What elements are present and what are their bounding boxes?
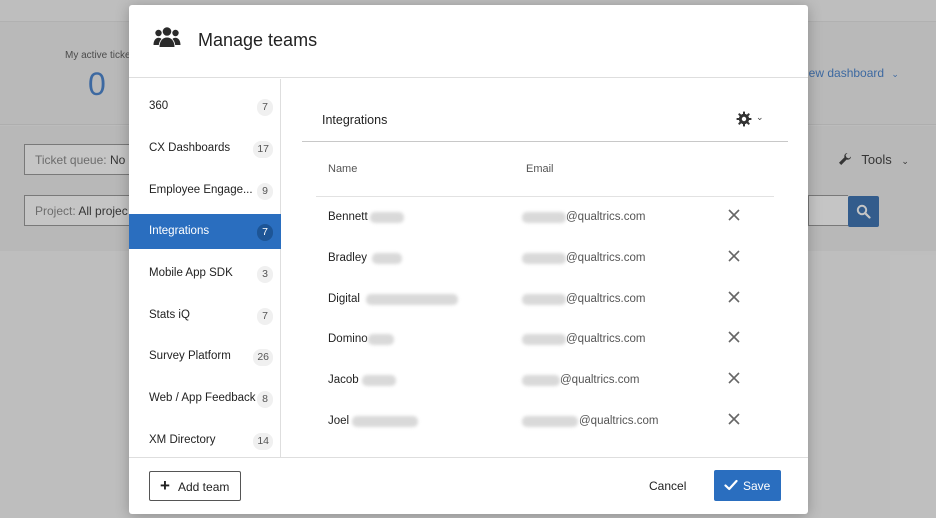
- team-settings-button[interactable]: ⌄: [734, 109, 768, 131]
- redacted-last-name: [352, 416, 418, 427]
- team-name: Employee Engage...: [149, 184, 253, 196]
- team-name: 360: [149, 100, 169, 112]
- dialog-header: Manage teams: [129, 5, 808, 78]
- redacted-email-user: [522, 253, 566, 264]
- redacted-last-name: [362, 375, 396, 386]
- member-row: Domino @qualtrics.com: [316, 320, 774, 360]
- manage-teams-dialog: Manage teams 360 7 CX Dashboards 17 Empl…: [129, 5, 808, 514]
- team-icon: [153, 27, 181, 47]
- column-header-name: Name: [328, 163, 358, 175]
- chevron-down-icon: ⌄: [756, 112, 764, 122]
- member-first-name: Jacob: [328, 374, 359, 386]
- close-icon[interactable]: [727, 412, 741, 426]
- add-team-button[interactable]: + Add team: [149, 471, 241, 501]
- team-item-integrations[interactable]: Integrations 7: [129, 214, 281, 249]
- redacted-last-name: [372, 253, 402, 264]
- team-item-mobile-app-sdk[interactable]: Mobile App SDK 3: [129, 256, 281, 291]
- team-detail-header: Integrations ⌄: [302, 97, 788, 142]
- team-item-cx-dashboards[interactable]: CX Dashboards 17: [129, 131, 281, 166]
- redacted-email-user: [522, 375, 560, 386]
- team-name: Web / App Feedback: [149, 392, 256, 404]
- redacted-last-name: [366, 294, 458, 305]
- member-email-domain: @qualtrics.com: [579, 415, 659, 427]
- member-email-domain: @qualtrics.com: [566, 252, 646, 264]
- team-item-xm-directory[interactable]: XM Directory 14: [129, 423, 281, 458]
- redacted-email-user: [522, 212, 566, 223]
- team-item-web-app-feedback[interactable]: Web / App Feedback 8: [129, 381, 281, 416]
- team-name: XM Directory: [149, 434, 216, 446]
- member-first-name: Bennett: [328, 211, 368, 223]
- team-item-stats-iq[interactable]: Stats iQ 7: [129, 298, 281, 333]
- gear-icon: [736, 111, 752, 127]
- team-item-survey-platform[interactable]: Survey Platform 26: [129, 339, 281, 374]
- member-row: Joel @qualtrics.com: [316, 402, 774, 442]
- teams-sidebar: 360 7 CX Dashboards 17 Employee Engage..…: [129, 79, 281, 457]
- close-icon[interactable]: [727, 208, 741, 222]
- selected-team-name: Integrations: [322, 113, 388, 127]
- member-email-domain: @qualtrics.com: [566, 211, 646, 223]
- team-name: Stats iQ: [149, 309, 190, 321]
- team-count-badge: 9: [257, 183, 273, 200]
- close-icon[interactable]: [727, 371, 741, 385]
- team-item-360[interactable]: 360 7: [129, 89, 281, 124]
- team-name: Integrations: [149, 225, 210, 237]
- team-count-badge: 7: [257, 99, 273, 116]
- team-count-badge: 7: [257, 224, 273, 241]
- cancel-button[interactable]: Cancel: [649, 479, 686, 493]
- member-row: Bradley @qualtrics.com: [316, 239, 774, 279]
- save-button[interactable]: Save: [714, 470, 781, 501]
- team-count-badge: 3: [257, 266, 273, 283]
- team-count-badge: 26: [253, 349, 273, 366]
- team-detail-panel: Integrations ⌄ Name Email Bennett @qualt…: [282, 79, 808, 457]
- team-name: Survey Platform: [149, 350, 231, 362]
- member-row: Digital @qualtrics.com: [316, 280, 774, 320]
- team-count-badge: 8: [257, 391, 273, 408]
- team-name: Mobile App SDK: [149, 267, 233, 279]
- dialog-footer: + Add team Cancel Save: [129, 457, 808, 514]
- check-icon: [724, 479, 738, 491]
- team-count-badge: 17: [253, 141, 273, 158]
- close-icon[interactable]: [727, 290, 741, 304]
- redacted-email-user: [522, 334, 566, 345]
- member-first-name: Joel: [328, 415, 350, 427]
- team-item-employee-engagement[interactable]: Employee Engage... 9: [129, 173, 281, 208]
- redacted-last-name: [370, 212, 404, 223]
- member-first-name: Digital: [328, 293, 360, 305]
- member-email-domain: @qualtrics.com: [560, 374, 640, 386]
- close-icon[interactable]: [727, 249, 741, 263]
- plus-icon: +: [160, 476, 170, 495]
- redacted-email-user: [522, 416, 578, 427]
- dialog-title: Manage teams: [198, 30, 318, 50]
- team-count-badge: 7: [257, 308, 273, 325]
- member-email-domain: @qualtrics.com: [566, 293, 646, 305]
- member-email-domain: @qualtrics.com: [566, 333, 646, 345]
- team-count-badge: 14: [253, 433, 273, 450]
- redacted-last-name: [368, 334, 394, 345]
- member-row: Bennett @qualtrics.com: [316, 198, 774, 238]
- team-name: CX Dashboards: [149, 142, 231, 154]
- member-row: Jacob @qualtrics.com: [316, 361, 774, 401]
- redacted-email-user: [522, 294, 566, 305]
- member-first-name: Bradley: [328, 252, 367, 264]
- close-icon[interactable]: [727, 330, 741, 344]
- member-first-name: Domino: [328, 333, 368, 345]
- table-divider: [316, 196, 774, 197]
- column-header-email: Email: [526, 163, 554, 175]
